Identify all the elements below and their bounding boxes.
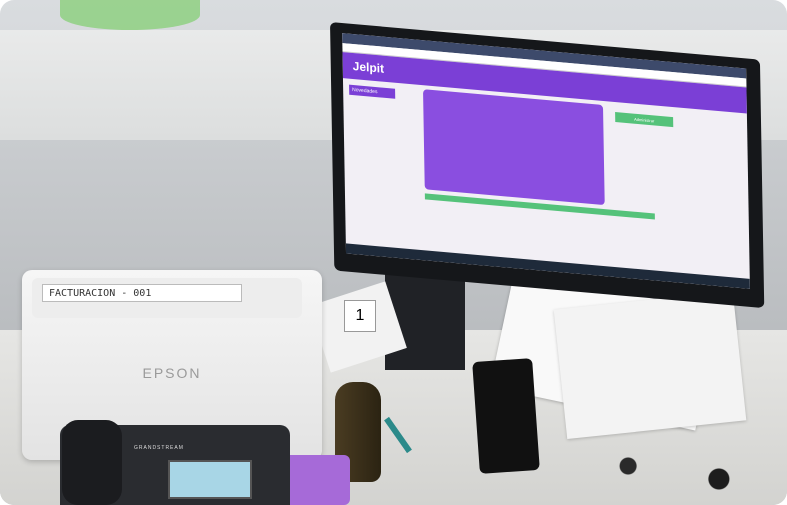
phone-handset — [62, 420, 122, 505]
purple-object — [280, 455, 350, 505]
app-logo: Jelpit — [352, 58, 385, 76]
app-main: Novedades Administrar — [343, 78, 750, 274]
sidebar-button[interactable]: Novedades — [349, 84, 396, 99]
holder-number-card: 1 — [344, 300, 376, 332]
green-action-button[interactable]: Administrar — [615, 111, 674, 128]
scanner-brand: EPSON — [142, 365, 202, 381]
phone-lcd — [168, 460, 252, 499]
desk-photo: Jelpit Novedades Administrar 1 FACTURACI… — [0, 0, 787, 505]
summary-card — [423, 89, 605, 206]
smartphone — [472, 358, 540, 474]
paper-document — [553, 290, 747, 440]
plant — [60, 0, 200, 30]
scanner-label: FACTURACION - 001 — [42, 284, 242, 302]
cables — [560, 440, 787, 505]
monitor: Jelpit Novedades Administrar — [330, 22, 765, 309]
monitor-screen: Jelpit Novedades Administrar — [342, 33, 750, 289]
phone-brand: GRANDSTREAM — [134, 445, 184, 451]
